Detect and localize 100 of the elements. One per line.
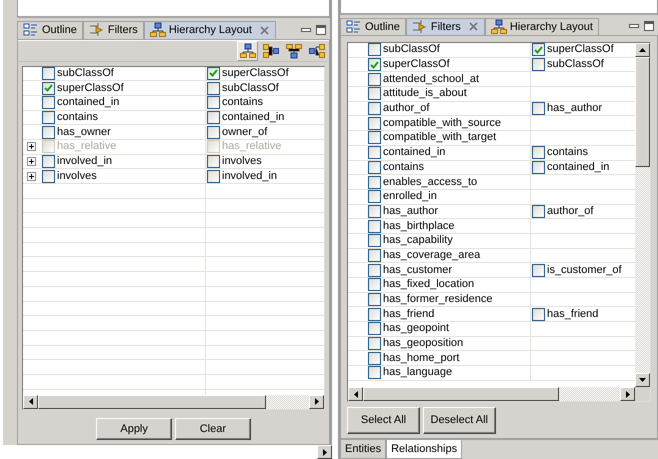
checkbox[interactable] — [42, 110, 55, 124]
checkbox[interactable] — [207, 170, 220, 183]
scroll-right-button[interactable] — [317, 445, 332, 459]
relation-label: has_customer — [383, 264, 452, 277]
view-tab[interactable]: Relationships — [386, 440, 462, 459]
relation-label: subClassOf — [547, 58, 604, 72]
checkbox[interactable] — [368, 234, 381, 248]
checkbox[interactable] — [532, 264, 545, 277]
checkbox[interactable] — [42, 82, 55, 95]
relation-label: contains — [383, 160, 424, 174]
action-button[interactable]: Clear — [174, 418, 251, 440]
checkbox[interactable] — [207, 66, 220, 80]
relation-label: has_home_port — [383, 352, 460, 365]
checkbox[interactable] — [368, 248, 381, 262]
relation-label: subClassOf — [57, 66, 114, 80]
checkbox[interactable] — [42, 126, 55, 139]
checkbox[interactable] — [42, 170, 55, 183]
checkbox[interactable] — [368, 322, 381, 336]
outline-icon — [23, 22, 39, 38]
checkbox[interactable] — [368, 337, 381, 350]
checkbox[interactable] — [368, 308, 381, 321]
hierarchy-icon — [490, 18, 507, 35]
checkbox[interactable] — [368, 87, 381, 100]
scroll-right-button[interactable] — [309, 394, 324, 408]
checkbox[interactable] — [368, 264, 381, 277]
checkbox[interactable] — [532, 146, 545, 160]
relation-label: contained_in — [222, 110, 284, 124]
top-down-layout-button[interactable] — [237, 40, 258, 60]
relation-label: has_language — [383, 366, 452, 380]
view-tab[interactable]: Outline — [17, 21, 83, 38]
checkbox[interactable] — [207, 126, 220, 139]
scroll-left-button[interactable] — [23, 394, 38, 408]
minimize-icon[interactable] — [301, 28, 311, 32]
scroll-left-button[interactable] — [348, 387, 363, 401]
view-tab[interactable]: Entities — [340, 440, 386, 459]
checkbox[interactable] — [207, 154, 220, 168]
checkbox[interactable] — [368, 352, 381, 365]
checkbox[interactable] — [42, 96, 55, 110]
relation-label: contains — [547, 146, 588, 160]
checkbox[interactable] — [207, 110, 220, 124]
relation-label: attitude_is_about — [383, 87, 467, 100]
down-arrow-icon — [639, 378, 646, 382]
scrollbar-thumb[interactable] — [635, 57, 650, 167]
checkbox[interactable] — [368, 58, 381, 72]
checkbox[interactable] — [368, 190, 381, 204]
checkbox[interactable] — [368, 43, 381, 56]
checkbox[interactable] — [368, 220, 381, 233]
checkbox[interactable] — [368, 366, 381, 380]
scrollbar-thumb[interactable] — [363, 387, 559, 401]
view-tab[interactable]: Filters — [406, 18, 485, 35]
up-arrow-icon — [639, 48, 646, 52]
view-tab[interactable]: Filters — [82, 21, 144, 38]
checkbox[interactable] — [532, 43, 545, 56]
view-tab[interactable]: Hierarchy Layout — [484, 18, 599, 35]
close-icon[interactable] — [258, 24, 270, 36]
checkbox[interactable] — [368, 160, 381, 174]
scroll-up-button[interactable] — [635, 43, 650, 57]
checkbox[interactable] — [368, 204, 381, 218]
minimize-icon[interactable] — [629, 24, 639, 28]
relation-label: contained_in — [547, 160, 610, 174]
right-arrow-icon — [314, 398, 318, 405]
checkbox[interactable] — [368, 131, 381, 144]
maximize-icon[interactable] — [316, 24, 326, 35]
scrollbar-thumb[interactable] — [38, 394, 266, 408]
checkbox[interactable] — [532, 160, 545, 174]
action-button[interactable]: Deselect All — [422, 407, 496, 434]
expand-toggle[interactable] — [27, 172, 36, 181]
action-button[interactable]: Select All — [347, 407, 420, 434]
view-tab[interactable]: Outline — [340, 18, 406, 35]
checkbox[interactable] — [368, 72, 381, 86]
checkbox[interactable] — [207, 82, 220, 95]
relation-label: has_author — [383, 204, 438, 218]
checkbox[interactable] — [368, 116, 381, 130]
checkbox[interactable] — [532, 204, 545, 218]
scroll-down-button[interactable] — [635, 373, 650, 387]
checkbox[interactable] — [532, 308, 545, 321]
checkbox[interactable] — [368, 278, 381, 292]
relation-label: has_relative — [57, 140, 116, 154]
relation-label: enrolled_in — [383, 190, 437, 204]
relation-label: superClassOf — [222, 66, 289, 80]
checkbox[interactable] — [368, 102, 381, 116]
filter-icon — [412, 18, 428, 35]
view-tab[interactable]: Hierarchy Layout — [144, 21, 276, 38]
checkbox[interactable] — [368, 176, 381, 189]
action-button[interactable]: Apply — [96, 418, 172, 440]
close-icon[interactable] — [468, 21, 479, 32]
relation-label: superClassOf — [547, 43, 614, 56]
checkbox[interactable] — [368, 146, 381, 160]
checkbox[interactable] — [207, 96, 220, 110]
relation-label: has_capability — [383, 234, 453, 248]
outline-icon — [346, 18, 362, 35]
scroll-right-button[interactable] — [620, 387, 635, 401]
checkbox[interactable] — [368, 293, 381, 306]
relation-label: has_former_residence — [383, 293, 492, 306]
checkbox[interactable] — [42, 66, 55, 80]
checkbox[interactable] — [42, 154, 55, 168]
maximize-icon[interactable] — [644, 21, 654, 32]
checkbox[interactable] — [532, 58, 545, 72]
checkbox[interactable] — [532, 102, 545, 116]
expand-toggle[interactable] — [27, 156, 36, 166]
